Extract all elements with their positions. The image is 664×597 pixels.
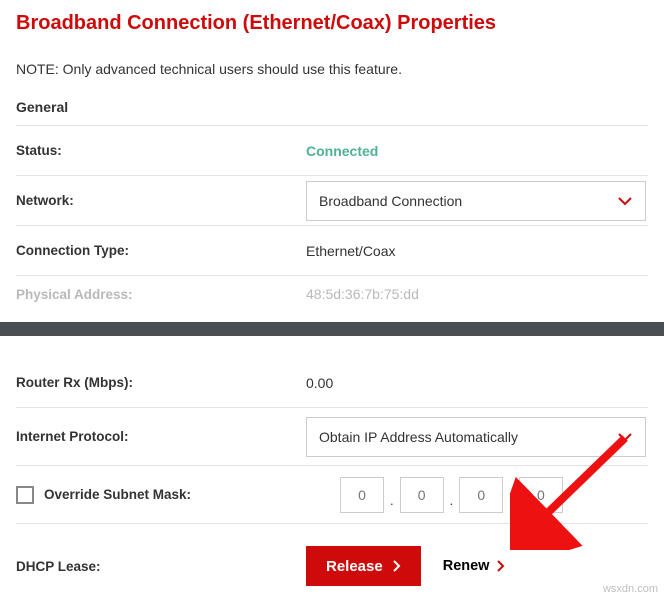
internet-protocol-select[interactable]: Obtain IP Address Automatically: [306, 417, 646, 457]
release-button[interactable]: Release: [306, 546, 421, 586]
dot-separator: .: [450, 493, 454, 508]
renew-button-label: Renew: [443, 558, 490, 574]
override-subnet-checkbox[interactable]: [16, 486, 34, 504]
subnet-octet-4[interactable]: [519, 477, 563, 513]
row-status: Status: Connected: [16, 126, 648, 176]
section-divider: [0, 322, 664, 336]
label-physical-address: Physical Address:: [16, 287, 306, 302]
row-internet-protocol: Internet Protocol: Obtain IP Address Aut…: [16, 408, 648, 466]
section-header-general: General: [16, 99, 648, 126]
chevron-right-icon: [497, 560, 505, 572]
dot-separator: .: [390, 493, 394, 508]
row-connection-type: Connection Type: Ethernet/Coax: [16, 226, 648, 276]
dot-separator: .: [509, 493, 513, 508]
label-status: Status:: [16, 143, 306, 158]
renew-button[interactable]: Renew: [443, 558, 506, 574]
row-router-rx: Router Rx (Mbps): 0.00: [16, 358, 648, 408]
subnet-octet-3[interactable]: [459, 477, 503, 513]
row-network: Network: Broadband Connection: [16, 176, 648, 226]
row-dhcp-lease: DHCP Lease: Release Renew: [16, 524, 648, 586]
label-network: Network:: [16, 193, 306, 208]
physical-address-value: 48:5d:36:7b:75:dd: [306, 286, 648, 302]
subnet-octet-1[interactable]: [340, 477, 384, 513]
label-internet-protocol: Internet Protocol:: [16, 429, 306, 444]
row-override-subnet: Override Subnet Mask: . . .: [16, 466, 648, 524]
chevron-down-icon: [617, 195, 633, 207]
note-text: NOTE: Only advanced technical users shou…: [16, 61, 648, 77]
watermark: wsxdn.com: [603, 583, 658, 595]
connection-type-value: Ethernet/Coax: [306, 243, 648, 259]
chevron-right-icon: [393, 560, 401, 572]
network-select-value: Broadband Connection: [319, 193, 462, 209]
label-router-rx: Router Rx (Mbps):: [16, 375, 306, 390]
network-select[interactable]: Broadband Connection: [306, 181, 646, 221]
label-override-subnet: Override Subnet Mask:: [44, 487, 191, 502]
row-physical-address: Physical Address: 48:5d:36:7b:75:dd: [16, 276, 648, 312]
label-dhcp-lease: DHCP Lease:: [16, 559, 306, 574]
router-rx-value: 0.00: [306, 375, 648, 391]
subnet-octet-2[interactable]: [400, 477, 444, 513]
chevron-down-icon: [617, 431, 633, 443]
page-title: Broadband Connection (Ethernet/Coax) Pro…: [16, 12, 648, 35]
label-connection-type: Connection Type:: [16, 243, 306, 258]
status-value: Connected: [306, 143, 378, 159]
release-button-label: Release: [326, 558, 383, 575]
internet-protocol-value: Obtain IP Address Automatically: [319, 429, 518, 445]
